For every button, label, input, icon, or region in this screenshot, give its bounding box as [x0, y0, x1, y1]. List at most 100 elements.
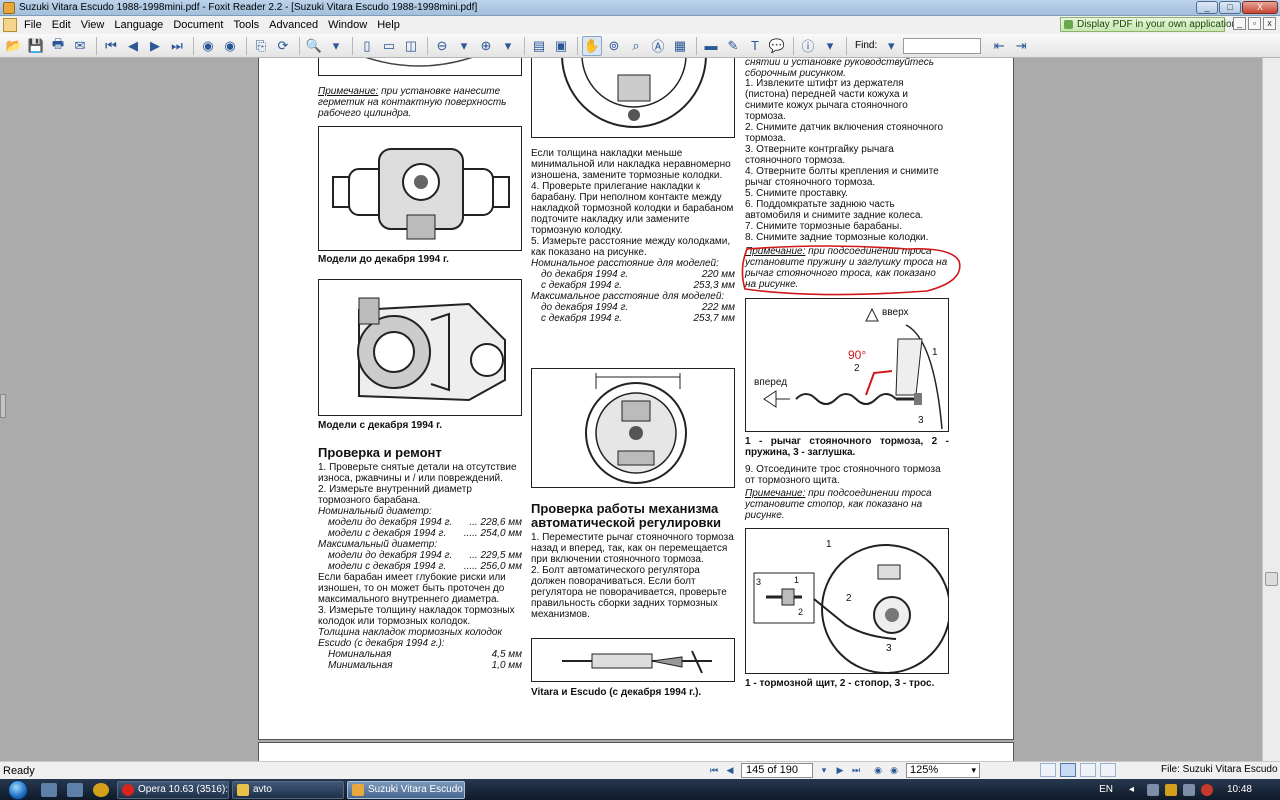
first-page-icon[interactable]: ⏮ — [101, 36, 121, 56]
back-icon[interactable]: ◉ — [198, 36, 218, 56]
back-nav-icon[interactable]: ◉ — [870, 763, 886, 777]
snapshot-icon[interactable]: ▣ — [551, 36, 571, 56]
find-prev-icon[interactable]: ⇤ — [989, 36, 1009, 56]
first-page-nav-icon[interactable]: ⏮ — [706, 763, 722, 777]
vertical-scrollbar[interactable] — [1262, 58, 1280, 761]
title-bar: Suzuki Vitara Escudo 1988-1998mini.pdf -… — [0, 0, 1280, 16]
zoom-out-dropdown-icon[interactable]: ▾ — [454, 36, 474, 56]
start-button[interactable] — [0, 779, 36, 800]
zoom-out-icon[interactable]: ⊖ — [432, 36, 452, 56]
loupe-icon[interactable]: ⊚ — [604, 36, 624, 56]
tray-network-icon[interactable] — [1164, 783, 1177, 796]
label-2-inset: 2 — [798, 607, 803, 617]
task-foxit[interactable]: Suzuki Vitara Escudo ... — [347, 780, 465, 799]
bookmark-icon[interactable]: ▤ — [529, 36, 549, 56]
print-icon[interactable]: 🖶 — [48, 36, 68, 56]
text-select-icon[interactable]: Ⓐ — [648, 36, 668, 56]
col1-max2-val: ..... 256,0 мм — [463, 561, 522, 572]
volume-icon[interactable] — [1182, 783, 1195, 796]
col1-nom2-val: ..... 254,0 мм — [463, 528, 522, 539]
note-col1: Примечание: при установке нанесите герме… — [318, 86, 522, 119]
note-col1-label: Примечание: — [318, 86, 379, 97]
page-number-input[interactable]: 145 of 190 — [741, 762, 813, 778]
menu-document[interactable]: Document — [168, 19, 228, 31]
find-next-icon[interactable]: ⇥ — [1011, 36, 1031, 56]
last-page-nav-icon[interactable]: ⏭ — [848, 763, 864, 777]
save-icon[interactable]: 💾 — [26, 36, 46, 56]
explorer-icon[interactable] — [67, 782, 83, 797]
highlight-icon[interactable]: ▬ — [701, 36, 721, 56]
menu-help[interactable]: Help — [372, 19, 405, 31]
next-page-nav-icon[interactable]: ▶ — [832, 763, 848, 777]
menu-file[interactable]: File — [19, 19, 47, 31]
doc-minimize-button[interactable]: _ — [1233, 17, 1246, 30]
foxit-icon — [352, 783, 364, 796]
close-button[interactable]: X — [1242, 1, 1278, 14]
email-icon[interactable]: ✉ — [70, 36, 90, 56]
caption-models-after-1994: Модели с декабря 1994 г. — [318, 420, 443, 431]
caption-vitara-escudo: Vitara и Escudo (с декабря 1994 г.). — [531, 687, 702, 698]
image-icon[interactable]: ▦ — [670, 36, 690, 56]
find-input[interactable] — [903, 37, 982, 54]
continuous-facing-view-icon[interactable] — [1100, 763, 1116, 777]
minimize-button[interactable]: _ — [1196, 1, 1218, 14]
tray-alert-icon[interactable] — [1200, 783, 1213, 796]
comment-icon[interactable]: 💬 — [767, 36, 787, 56]
next-page-icon[interactable]: ▶ — [145, 36, 165, 56]
menu-tools[interactable]: Tools — [228, 19, 264, 31]
panel-toggle-handle[interactable] — [0, 394, 6, 418]
facing-view-icon[interactable] — [1080, 763, 1096, 777]
rotate-icon[interactable]: ⟳ — [273, 36, 293, 56]
document-viewport[interactable]: Примечание: при установке нанесите герме… — [0, 58, 1262, 761]
menu-language[interactable]: Language — [109, 19, 168, 31]
task-avto-folder[interactable]: avto — [232, 780, 344, 799]
quicklaunch-app-icon[interactable] — [93, 782, 109, 797]
continuous-view-icon[interactable] — [1060, 763, 1076, 777]
language-indicator[interactable]: EN — [1099, 784, 1113, 795]
display-pdf-ad-link[interactable]: Display PDF in your own applications — [1060, 17, 1242, 32]
document-icon[interactable] — [3, 18, 17, 32]
menu-window[interactable]: Window — [323, 19, 372, 31]
menu-advanced[interactable]: Advanced — [264, 19, 323, 31]
zoom-in-dropdown-icon[interactable]: ▾ — [498, 36, 518, 56]
col3-p9: 9. Отсоедините трос стояночного тормоза … — [745, 464, 941, 486]
info-dropdown-icon[interactable]: ▾ — [820, 36, 840, 56]
zoom-icon[interactable]: 🔍 — [304, 36, 324, 56]
open-icon[interactable]: 📂 — [4, 36, 24, 56]
task-opera[interactable]: Opera 10.63 (3516): S... — [117, 780, 229, 799]
hand-tool-icon[interactable]: ✋ — [582, 35, 602, 56]
info-icon[interactable]: ⓘ — [798, 36, 818, 56]
extract-page-icon[interactable]: ⎘ — [251, 36, 271, 56]
find-label: Find: — [855, 40, 878, 51]
single-page-icon[interactable]: ▯ — [357, 36, 377, 56]
forward-nav-icon[interactable]: ◉ — [886, 763, 902, 777]
single-page-view-icon[interactable] — [1040, 763, 1056, 777]
tray-arrow-icon[interactable]: ◂ — [1129, 784, 1141, 796]
forward-icon[interactable]: ◉ — [220, 36, 240, 56]
facing-icon[interactable]: ◫ — [401, 36, 421, 56]
zoom-in-icon[interactable]: ⊕ — [476, 36, 496, 56]
find-dropdown-icon[interactable]: ▾ — [881, 36, 901, 56]
last-page-icon[interactable]: ⏭ — [167, 36, 187, 56]
page-dropdown-icon[interactable]: ▾ — [816, 763, 832, 777]
tray-app-icon[interactable] — [1146, 783, 1159, 796]
zoom-select[interactable]: 125% — [906, 762, 980, 778]
menu-edit[interactable]: Edit — [47, 19, 76, 31]
doc-restore-button[interactable]: ▫ — [1248, 17, 1261, 30]
continuous-icon[interactable]: ▭ — [379, 36, 399, 56]
label-up: вверх — [882, 307, 909, 318]
prev-page-nav-icon[interactable]: ◀ — [722, 763, 738, 777]
binoculars-icon[interactable]: ⌕ — [626, 36, 646, 56]
window-title: Suzuki Vitara Escudo 1988-1998mini.pdf -… — [19, 2, 478, 13]
zoom-dropdown-icon[interactable]: ▾ — [326, 36, 346, 56]
doc-close-button[interactable]: x — [1263, 17, 1276, 30]
text-tool-icon[interactable]: T — [745, 36, 765, 56]
maximize-button[interactable]: □ — [1219, 1, 1241, 14]
underline-icon[interactable]: ✎ — [723, 36, 743, 56]
scroll-thumb[interactable] — [1265, 572, 1278, 586]
label-1-fig1: 1 — [932, 347, 938, 358]
show-desktop-icon[interactable] — [41, 782, 57, 797]
col3-step-1: 1. Извлеките штифт из держателя (пистона… — [745, 78, 908, 122]
prev-page-icon[interactable]: ◀ — [123, 36, 143, 56]
menu-view[interactable]: View — [76, 19, 110, 31]
